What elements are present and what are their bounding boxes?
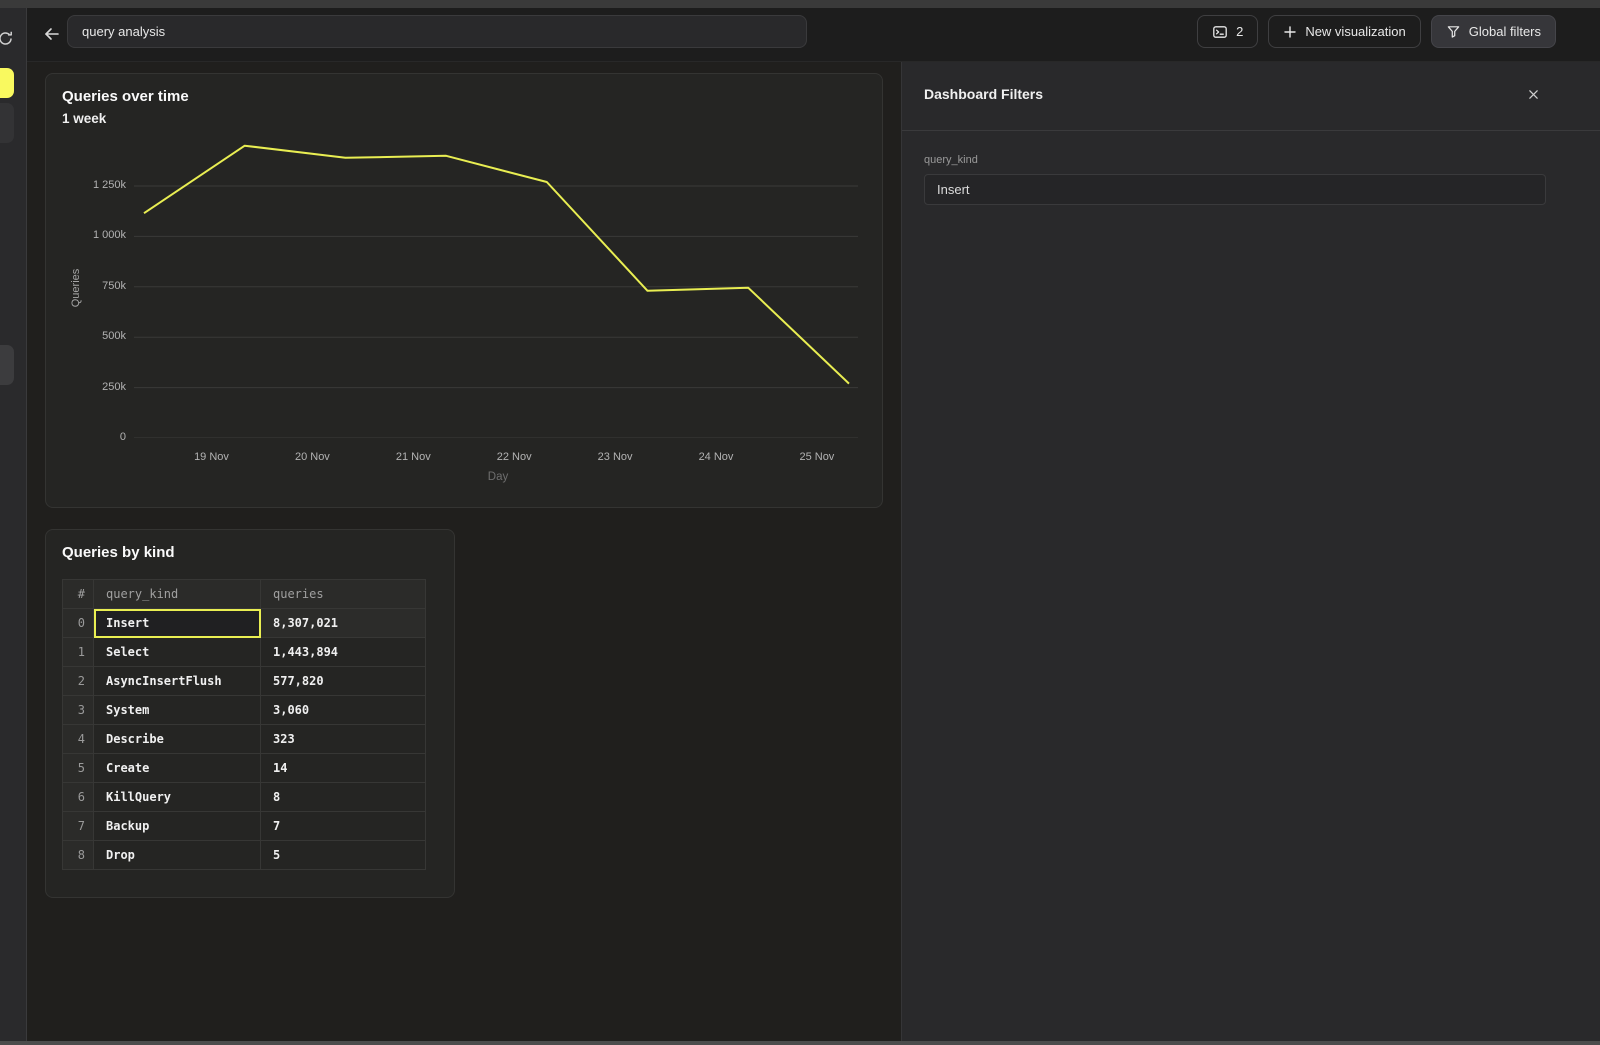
row-index-cell[interactable]: 5	[63, 754, 94, 783]
query-kind-filter-input[interactable]	[924, 174, 1546, 205]
y-tick-label: 1 000k	[46, 229, 126, 241]
x-tick-label: 21 Nov	[368, 451, 458, 463]
queries-count-cell[interactable]: 14	[261, 754, 426, 783]
table-header-cell[interactable]: query_kind	[94, 580, 261, 609]
table-row: 7Backup7	[63, 812, 426, 841]
window-bottom-strip	[0, 1041, 1600, 1045]
sidebar-item[interactable]	[0, 103, 14, 143]
chart-title: Queries over time	[62, 88, 189, 105]
query-kind-cell[interactable]: Select	[94, 638, 261, 667]
filter-field-label: query_kind	[924, 154, 978, 166]
x-tick-label: 19 Nov	[167, 451, 257, 463]
panel-title: Dashboard Filters	[924, 86, 1043, 102]
panel-divider	[902, 130, 1600, 131]
plus-icon	[1283, 25, 1297, 39]
dashboard-title-input[interactable]	[67, 15, 807, 48]
row-index-cell[interactable]: 4	[63, 725, 94, 754]
table-header-cell[interactable]: queries	[261, 580, 426, 609]
x-tick-label: 25 Nov	[772, 451, 862, 463]
query-kind-cell[interactable]: Create	[94, 754, 261, 783]
y-tick-label: 750k	[46, 280, 126, 292]
refresh-icon[interactable]	[0, 26, 17, 50]
dashboard-canvas: Queries over time 1 week Queries 0250k50…	[27, 62, 901, 1041]
query-kind-cell[interactable]: Backup	[94, 812, 261, 841]
console-count-button[interactable]: 2	[1197, 15, 1258, 48]
back-button[interactable]	[37, 21, 67, 49]
window-top-strip	[0, 0, 1600, 8]
query-kind-cell[interactable]: KillQuery	[94, 783, 261, 812]
table-row: 4Describe323	[63, 725, 426, 754]
table-row: 1Select1,443,894	[63, 638, 426, 667]
table-row: 8Drop5	[63, 841, 426, 870]
table-header-cell[interactable]: #	[63, 580, 94, 609]
queries-line-chart	[134, 141, 858, 438]
table-row: 5Create14	[63, 754, 426, 783]
queries-by-kind-table: #query_kindqueries 0Insert8,307,0211Sele…	[62, 579, 426, 870]
queries-count-cell[interactable]: 3,060	[261, 696, 426, 725]
queries-series-line	[144, 146, 849, 384]
table-row: 0Insert8,307,021	[63, 609, 426, 638]
queries-count-cell[interactable]: 8	[261, 783, 426, 812]
topbar: 2 New visualization Global filters	[27, 8, 1600, 62]
table-card-queries-by-kind: Queries by kind #query_kindqueries 0Inse…	[45, 529, 455, 898]
y-tick-label: 1 250k	[46, 179, 126, 191]
table-header: #query_kindqueries	[63, 580, 426, 609]
queries-count-cell[interactable]: 5	[261, 841, 426, 870]
x-tick-label: 20 Nov	[267, 451, 357, 463]
table-row: 6KillQuery8	[63, 783, 426, 812]
queries-count-cell[interactable]: 8,307,021	[261, 609, 426, 638]
row-index-cell[interactable]: 8	[63, 841, 94, 870]
funnel-icon	[1446, 24, 1461, 39]
x-tick-label: 22 Nov	[469, 451, 559, 463]
sidebar-item[interactable]	[0, 345, 14, 385]
x-tick-label: 23 Nov	[570, 451, 660, 463]
query-kind-cell[interactable]: Describe	[94, 725, 261, 754]
table-title: Queries by kind	[62, 544, 175, 561]
left-rail	[0, 8, 27, 1041]
x-tick-label: 24 Nov	[671, 451, 761, 463]
arrow-left-icon	[43, 26, 61, 45]
y-tick-label: 250k	[46, 381, 126, 393]
queries-count-cell[interactable]: 7	[261, 812, 426, 841]
close-icon	[1528, 89, 1539, 100]
console-icon	[1212, 24, 1228, 40]
query-kind-cell[interactable]: AsyncInsertFlush	[94, 667, 261, 696]
console-count-label: 2	[1236, 24, 1243, 39]
topbar-actions: 2 New visualization Global filters	[1197, 15, 1556, 48]
new-visualization-label: New visualization	[1305, 24, 1405, 39]
query-kind-cell[interactable]: System	[94, 696, 261, 725]
query-kind-cell[interactable]: Insert	[94, 609, 261, 638]
sidebar-item-active[interactable]	[0, 68, 14, 98]
x-axis-title: Day	[458, 471, 538, 483]
row-index-cell[interactable]: 6	[63, 783, 94, 812]
y-tick-label: 0	[46, 431, 126, 443]
row-index-cell[interactable]: 3	[63, 696, 94, 725]
table-row: 2AsyncInsertFlush577,820	[63, 667, 426, 696]
queries-count-cell[interactable]: 1,443,894	[261, 638, 426, 667]
close-panel-button[interactable]	[1524, 85, 1542, 103]
dashboard-filters-panel: Dashboard Filters query_kind	[901, 62, 1600, 1041]
chart-card-queries-over-time: Queries over time 1 week Queries 0250k50…	[45, 73, 883, 508]
row-index-cell[interactable]: 7	[63, 812, 94, 841]
y-tick-label: 500k	[46, 330, 126, 342]
chart-subtitle: 1 week	[62, 111, 106, 126]
global-filters-button[interactable]: Global filters	[1431, 15, 1556, 48]
table-row: 3System3,060	[63, 696, 426, 725]
global-filters-label: Global filters	[1469, 24, 1541, 39]
row-index-cell[interactable]: 2	[63, 667, 94, 696]
row-index-cell[interactable]: 0	[63, 609, 94, 638]
row-index-cell[interactable]: 1	[63, 638, 94, 667]
query-kind-cell[interactable]: Drop	[94, 841, 261, 870]
new-visualization-button[interactable]: New visualization	[1268, 15, 1420, 48]
queries-count-cell[interactable]: 577,820	[261, 667, 426, 696]
queries-count-cell[interactable]: 323	[261, 725, 426, 754]
